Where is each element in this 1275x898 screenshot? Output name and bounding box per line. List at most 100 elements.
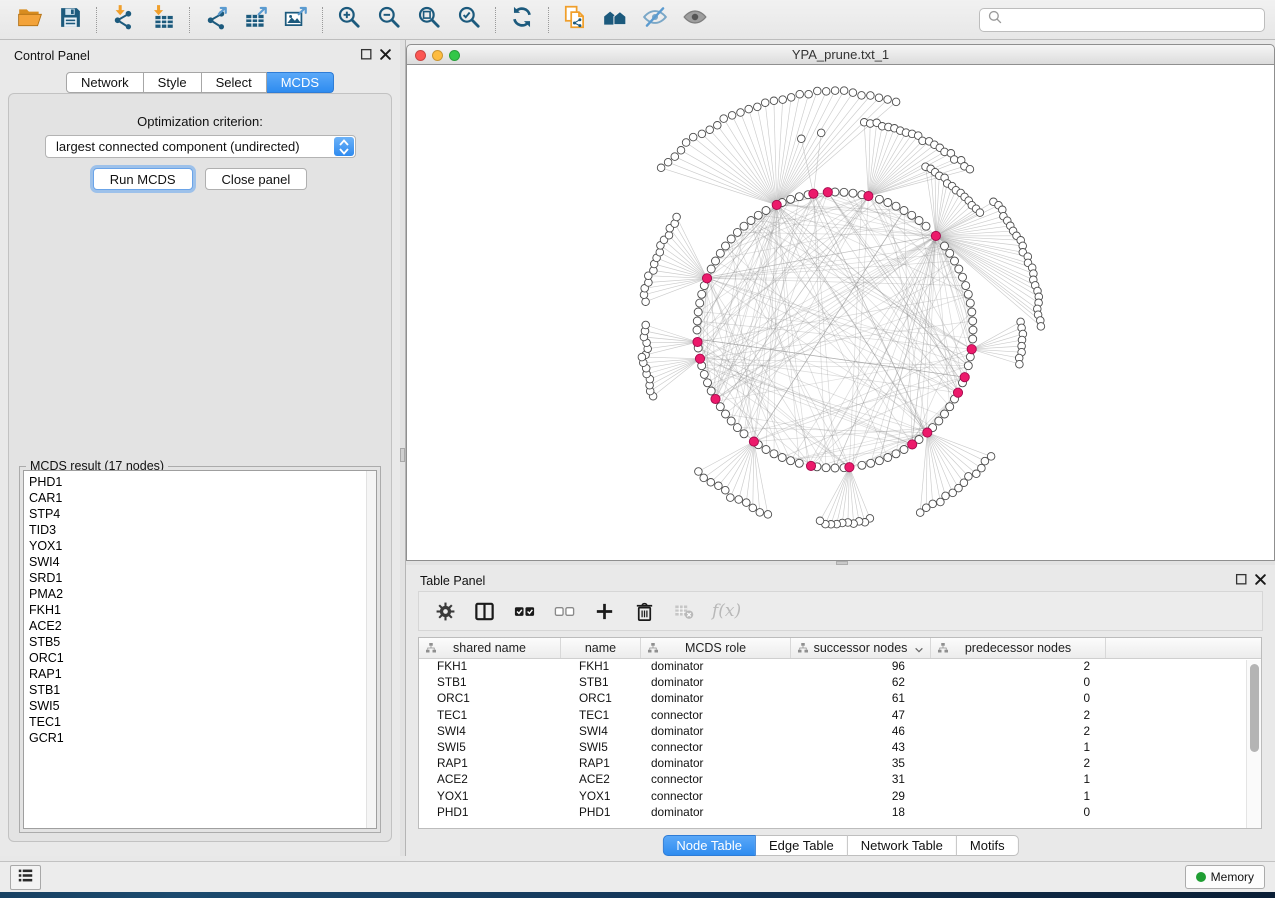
table-cell[interactable]: dominator — [641, 659, 791, 675]
table-cell[interactable]: TEC1 — [561, 708, 641, 724]
table-cell[interactable]: 1 — [931, 772, 1106, 788]
table-cell[interactable]: dominator — [641, 805, 791, 821]
tab-network[interactable]: Network — [66, 72, 144, 93]
mcds-result-item[interactable]: TEC1 — [29, 714, 376, 730]
search-box[interactable] — [979, 8, 1265, 32]
table-cell[interactable]: connector — [641, 708, 791, 724]
table-cell[interactable]: 0 — [931, 805, 1106, 821]
table-cell[interactable]: 35 — [791, 756, 931, 772]
float-panel-icon[interactable] — [1235, 573, 1248, 591]
table-cell[interactable]: 2 — [931, 659, 1106, 675]
table-cell[interactable]: dominator — [641, 691, 791, 707]
tab-mcds[interactable]: MCDS — [267, 72, 334, 93]
window-minimize-icon[interactable] — [432, 50, 443, 61]
table-cell[interactable]: YOX1 — [561, 789, 641, 805]
refresh-button[interactable] — [502, 4, 542, 36]
mcds-result-item[interactable]: STP4 — [29, 506, 376, 522]
zoom-selected-button[interactable] — [449, 4, 489, 36]
table-cell[interactable]: 47 — [791, 708, 931, 724]
table-cell[interactable]: STB1 — [419, 675, 561, 691]
table-cell[interactable]: 2 — [931, 708, 1106, 724]
network-window-titlebar[interactable]: YPA_prune.txt_1 — [406, 44, 1275, 65]
table-cell[interactable]: 1 — [931, 789, 1106, 805]
optimization-dropdown[interactable]: largest connected component (undirected) — [45, 135, 356, 158]
table-cell[interactable]: dominator — [641, 675, 791, 691]
mcds-result-list[interactable]: PHD1CAR1STP4TID3YOX1SWI4SRD1PMA2FKH1ACE2… — [23, 470, 377, 829]
column-header-MCDS-role[interactable]: MCDS role — [641, 638, 791, 658]
run-mcds-button[interactable]: Run MCDS — [93, 168, 193, 190]
table-cell[interactable]: 62 — [791, 675, 931, 691]
close-panel-icon[interactable] — [379, 48, 392, 66]
table-cell[interactable]: 61 — [791, 691, 931, 707]
deselect-all-icon[interactable] — [553, 600, 576, 623]
gear-icon[interactable] — [435, 601, 456, 622]
task-history-button[interactable] — [10, 865, 41, 890]
dropdown-stepper-icon[interactable] — [334, 137, 354, 156]
import-network-button[interactable] — [103, 4, 143, 36]
tab-edge-table[interactable]: Edge Table — [756, 835, 848, 856]
column-header-shared-name[interactable]: shared name — [419, 638, 561, 658]
table-row[interactable]: ACE2ACE2connector311 — [419, 772, 1261, 788]
first-neighbors-button[interactable] — [595, 4, 635, 36]
table-cell[interactable]: SWI4 — [561, 724, 641, 740]
table-cell[interactable]: FKH1 — [561, 659, 641, 675]
table-cell[interactable]: 18 — [791, 805, 931, 821]
table-row[interactable]: PHD1PHD1dominator180 — [419, 805, 1261, 821]
mcds-result-item[interactable]: SWI5 — [29, 698, 376, 714]
table-row[interactable]: YOX1YOX1connector291 — [419, 789, 1261, 805]
zoom-in-button[interactable] — [329, 4, 369, 36]
tab-select[interactable]: Select — [202, 72, 267, 93]
table-scrollbar-thumb[interactable] — [1250, 664, 1259, 752]
table-row[interactable]: SWI4SWI4dominator462 — [419, 724, 1261, 740]
table-row[interactable]: ORC1ORC1dominator610 — [419, 691, 1261, 707]
delete-icon[interactable] — [633, 600, 656, 623]
sort-down-icon[interactable] — [914, 644, 924, 658]
table-cell[interactable]: YOX1 — [419, 789, 561, 805]
select-all-icon[interactable] — [513, 600, 536, 623]
mcds-result-item[interactable]: ACE2 — [29, 618, 376, 634]
table-cell[interactable]: 96 — [791, 659, 931, 675]
table-row[interactable]: SWI5SWI5connector431 — [419, 740, 1261, 756]
mcds-list-scrollbar[interactable] — [366, 471, 376, 828]
show-all-button[interactable] — [675, 4, 715, 36]
import-table-button[interactable] — [143, 4, 183, 36]
open-folder-button[interactable] — [10, 4, 50, 36]
mcds-result-item[interactable]: CAR1 — [29, 490, 376, 506]
table-row[interactable]: TEC1TEC1connector472 — [419, 708, 1261, 724]
table-cell[interactable]: PHD1 — [561, 805, 641, 821]
add-icon[interactable] — [593, 600, 616, 623]
table-cell[interactable]: ACE2 — [561, 772, 641, 788]
window-close-icon[interactable] — [415, 50, 426, 61]
mcds-result-item[interactable]: SRD1 — [29, 570, 376, 586]
zoom-fit-button[interactable] — [409, 4, 449, 36]
zoom-out-button[interactable] — [369, 4, 409, 36]
new-network-from-selection-button[interactable] — [555, 4, 595, 36]
table-cell[interactable]: connector — [641, 772, 791, 788]
export-table-button[interactable] — [236, 4, 276, 36]
mcds-result-item[interactable]: RAP1 — [29, 666, 376, 682]
tab-style[interactable]: Style — [144, 72, 202, 93]
mcds-result-item[interactable]: FKH1 — [29, 602, 376, 618]
table-cell[interactable]: 29 — [791, 789, 931, 805]
float-panel-icon[interactable] — [360, 48, 373, 66]
table-cell[interactable]: connector — [641, 789, 791, 805]
table-cell[interactable]: SWI4 — [419, 724, 561, 740]
table-cell[interactable]: ORC1 — [419, 691, 561, 707]
table-cell[interactable]: FKH1 — [419, 659, 561, 675]
table-cell[interactable]: PHD1 — [419, 805, 561, 821]
table-cell[interactable]: 46 — [791, 724, 931, 740]
table-cell[interactable]: 31 — [791, 772, 931, 788]
table-cell[interactable]: SWI5 — [561, 740, 641, 756]
save-button[interactable] — [50, 4, 90, 36]
table-cell[interactable]: dominator — [641, 724, 791, 740]
column-header-name[interactable]: name — [561, 638, 641, 658]
close-panel-icon[interactable] — [1254, 573, 1267, 591]
column-header-predecessor-nodes[interactable]: predecessor nodes — [931, 638, 1106, 658]
close-panel-button[interactable]: Close panel — [205, 168, 308, 190]
table-cell[interactable]: 2 — [931, 724, 1106, 740]
table-cell[interactable]: dominator — [641, 756, 791, 772]
table-cell[interactable]: 43 — [791, 740, 931, 756]
mcds-result-item[interactable]: ORC1 — [29, 650, 376, 666]
columns-icon[interactable] — [473, 600, 496, 623]
mcds-result-item[interactable]: PMA2 — [29, 586, 376, 602]
